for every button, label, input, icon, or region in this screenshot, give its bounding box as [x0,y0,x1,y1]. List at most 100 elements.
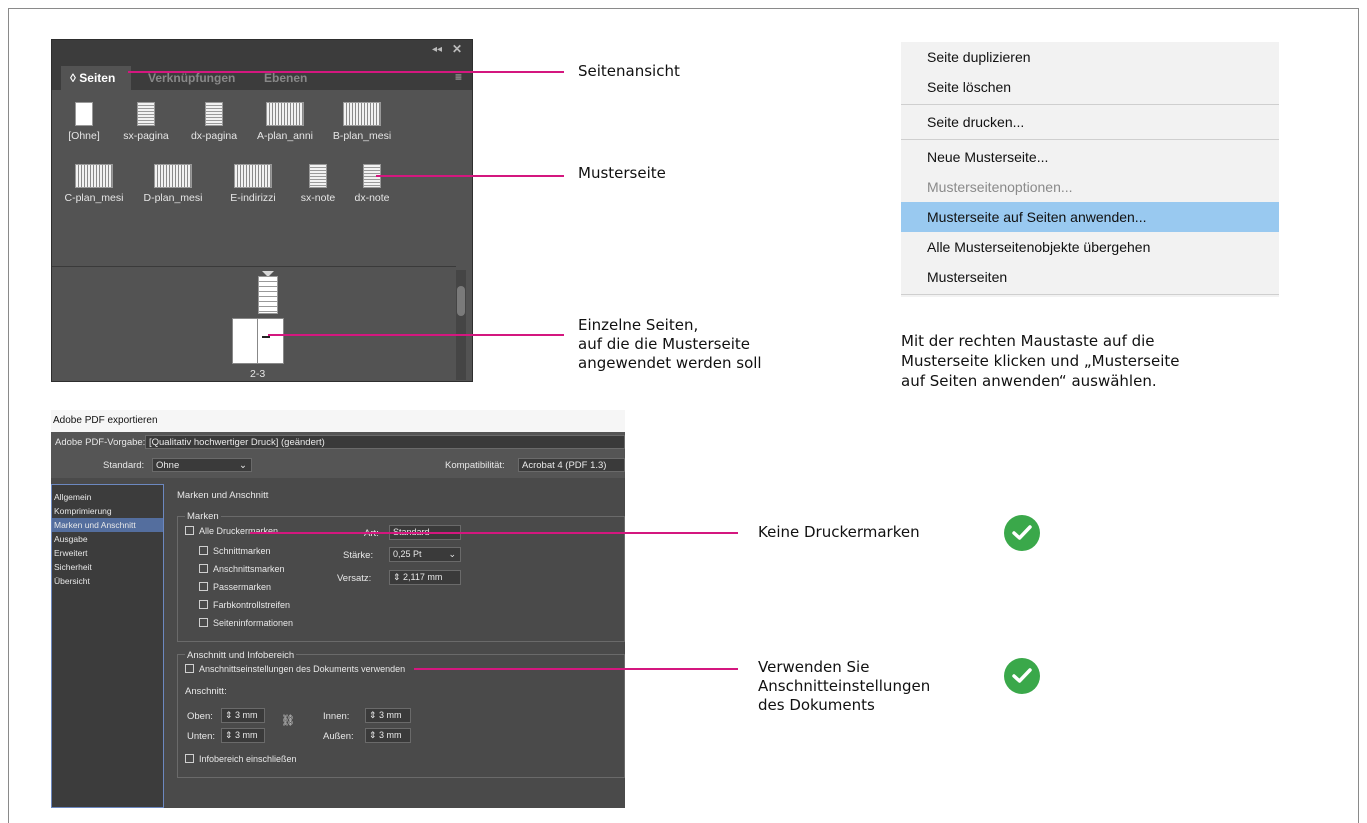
master-thumb[interactable]: C-plan_mesi [58,164,130,204]
aussen-field[interactable]: ⇕ 3 mm [365,728,411,743]
farbkontrollstreifen-checkbox[interactable]: Farbkontrollstreifen [199,600,290,610]
master-thumb[interactable]: dx-pagina [182,102,246,142]
menu-item-musterseite-anwenden[interactable]: Musterseite auf Seiten anwenden... [901,202,1279,232]
menu-item-seite-drucken[interactable]: Seite drucken... [901,107,1279,137]
master-label: [Ohne] [68,130,100,142]
master-thumb[interactable]: sx-note [292,164,344,204]
master-thumb[interactable]: D-plan_mesi [136,164,210,204]
standard-select[interactable]: Ohne ⌄ [152,458,252,472]
spread-2-3-thumbnail[interactable] [232,318,284,364]
annotation-line-1: Einzelne Seiten, [578,316,699,334]
master-label: C-plan_mesi [64,192,124,204]
master-label: D-plan_mesi [143,192,203,204]
tab-seiten[interactable]: ◊ Seiten [61,66,131,90]
master-thumb[interactable]: [Ohne] [62,102,106,142]
green-check-icon [1004,658,1040,694]
master-label: sx-pagina [123,130,169,142]
annotation-einzelne-seiten: Einzelne Seiten, auf die die Musterseite… [578,316,762,373]
sidebar-item-komprimierung[interactable]: Komprimierung [52,504,163,518]
annotation-line-druckermarken [250,532,738,534]
bleed-group-label: Anschnitt und Infobereich [185,650,297,661]
seiteninformationen-checkbox[interactable]: Seiteninformationen [199,618,293,628]
chevron-down-icon: ⌄ [448,549,456,559]
infobereich-checkbox[interactable]: Infobereich einschließen [185,754,297,764]
master-thumb[interactable]: A-plan_anni [250,102,320,142]
oben-field[interactable]: ⇕ 3 mm [221,708,265,723]
staerke-value: 0,25 Pt [393,549,422,559]
menu-item-seite-duplizieren[interactable]: Seite duplizieren [901,42,1279,72]
sidebar-item-ausgabe[interactable]: Ausgabe [52,532,163,546]
sidebar-item-marken-anschnitt[interactable]: Marken und Anschnitt [52,518,163,532]
standard-value: Ohne [156,460,180,471]
menu-item-musterseitenoptionen: Musterseitenoptionen... [927,179,1073,195]
innen-label: Innen: [323,711,350,722]
master-label: E-indirizzi [230,192,276,204]
stepper-icon[interactable]: ⇕ [225,710,235,720]
schnittmarken-checkbox[interactable]: Schnittmarken [199,546,271,556]
standard-label: Standard: [103,460,145,471]
innen-value: 3 mm [379,710,402,720]
oben-value: 3 mm [235,710,258,720]
marks-group-label: Marken [185,511,221,522]
sidebar-item-erweitert[interactable]: Erweitert [52,546,163,560]
master-thumb[interactable]: sx-pagina [116,102,176,142]
page-thumbnail [75,164,113,188]
annotation-line-seitenansicht [128,71,564,73]
annotation-musterseite: Musterseite [578,164,666,182]
page-1-thumbnail[interactable] [258,276,278,314]
menu-item-musterseiten[interactable]: Musterseiten [901,262,1279,292]
compat-select[interactable]: Acrobat 4 (PDF 1.3) [518,458,625,472]
chevron-down-icon: ⌄ [239,460,247,471]
page-thumbnail [205,102,223,126]
master-label: dx-note [354,192,390,204]
pages-panel: ◂◂ ✕ ◊ Seiten Verknüpfungen Ebenen ≡ [Oh… [51,39,473,382]
stepper-icon[interactable]: ⇕ [369,710,379,720]
sidebar-item-uebersicht[interactable]: Übersicht [52,574,163,588]
master-thumb[interactable]: B-plan_mesi [326,102,398,142]
spread-marker [262,336,270,338]
annotation-line-2: auf die die Musterseite [578,335,750,353]
versatz-field[interactable]: ⇕ 2,117 mm [389,570,461,585]
close-icon[interactable]: ✕ [452,42,462,56]
sidebar-item-allgemein[interactable]: Allgemein [52,490,163,504]
master-label: A-plan_anni [256,130,314,142]
master-thumb[interactable]: E-indirizzi [218,164,288,204]
chain-link-icon[interactable]: ⛓ [281,714,295,727]
pdf-export-dialog: Adobe PDF exportieren Adobe PDF-Vorgabe:… [51,410,625,808]
menu-item-seite-loeschen[interactable]: Seite löschen [901,72,1279,102]
annotation-line-musterseite [376,175,564,177]
stepper-icon[interactable]: ⇕ [369,730,379,740]
page-thumbnail [137,102,155,126]
page-thumbnail [234,164,272,188]
unten-field[interactable]: ⇕ 3 mm [221,728,265,743]
stepper-icon[interactable]: ⇕ [225,730,235,740]
spread-2-3-label: 2-3 [250,368,266,380]
versatz-value: 2,117 mm [403,572,443,582]
caption-line-1: Mit der rechten Maustaste auf die [901,332,1155,350]
innen-field[interactable]: ⇕ 3 mm [365,708,411,723]
staerke-select[interactable]: 0,25 Pt ⌄ [389,547,461,562]
tab-ebenen[interactable]: Ebenen [264,66,307,90]
double-chevron-left-icon[interactable]: ◂◂ [432,44,442,55]
aussen-value: 3 mm [379,730,402,740]
preset-select[interactable]: [Qualitativ hochwertiger Druck] (geänder… [145,435,625,449]
unten-label: Unten: [187,731,215,742]
master-label: dx-pagina [190,130,238,142]
scrollbar-thumb[interactable] [457,286,465,316]
page-thumbnail [343,102,381,126]
annotation-line-einzelne-seiten [268,334,564,336]
sidebar-item-sicherheit[interactable]: Sicherheit [52,560,163,574]
versatz-label: Versatz: [337,573,372,584]
master-thumb[interactable]: dx-note [346,164,398,204]
annotation-line-1: Verwenden Sie [758,658,870,676]
stepper-icon[interactable]: ⇕ [393,572,403,582]
use-doc-bleed-checkbox[interactable]: Anschnittseinstellungen des Dokuments ve… [185,664,405,674]
green-check-icon [1004,515,1040,551]
tab-verknuepfungen[interactable]: Verknüpfungen [148,66,235,90]
menu-item-musterseitenobjekte-uebergehen[interactable]: Alle Musterseitenobjekte übergehen [901,232,1279,262]
menu-item-neue-musterseite[interactable]: Neue Musterseite... [901,142,1279,172]
master-label: sx-note [300,192,336,204]
passermarken-checkbox[interactable]: Passermarken [199,582,271,592]
anschnittsmarken-checkbox[interactable]: Anschnittsmarken [199,564,285,574]
all-marks-checkbox[interactable]: Alle Druckermarken [185,526,278,536]
